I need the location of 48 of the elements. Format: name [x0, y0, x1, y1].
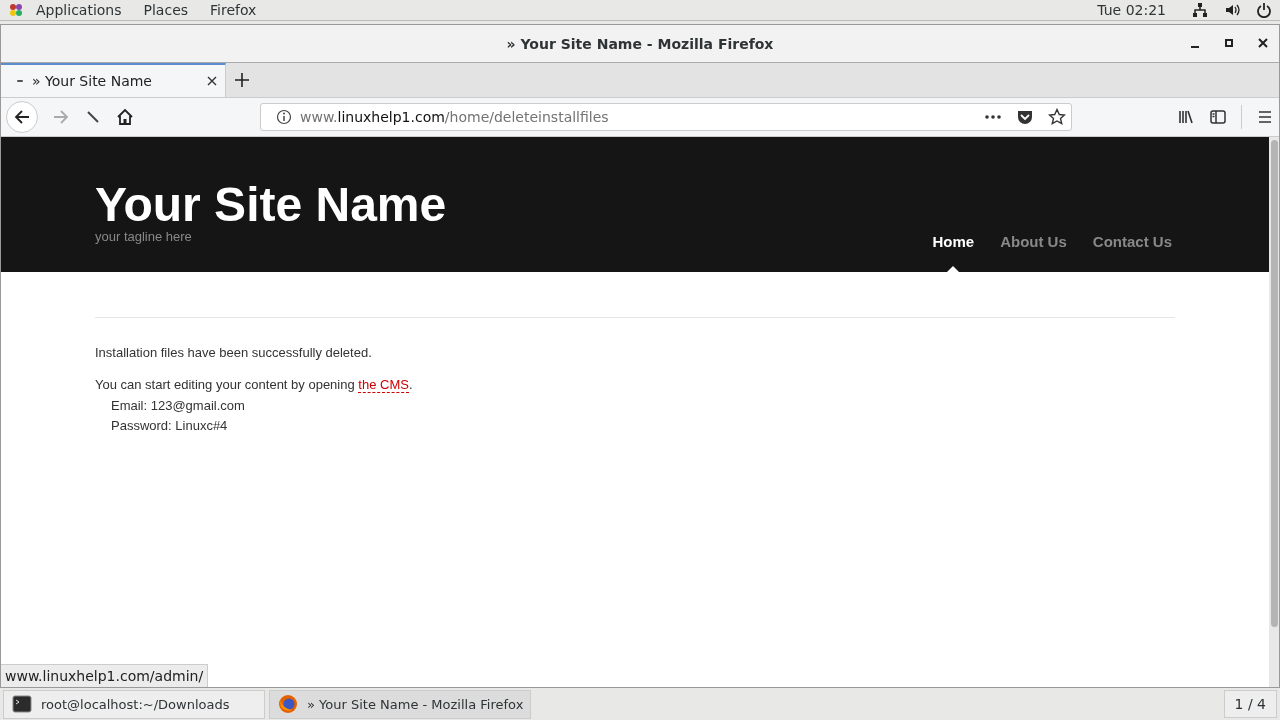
close-icon[interactable] [1257, 37, 1269, 49]
instruction-text: You can start editing your content by opening the CMS. [95, 377, 414, 392]
task-title: » Your Site Name - Mozilla Firefox [307, 696, 524, 712]
credential-text: Email: 123@gmail.com [111, 397, 246, 415]
maximize-icon[interactable] [1223, 37, 1235, 49]
scrollbar[interactable] [1269, 137, 1279, 687]
nav-link[interactable]: Home [932, 233, 975, 272]
home-icon[interactable] [116, 108, 134, 126]
task-title: root@localhost:~/Downloads [41, 696, 230, 712]
cms-link[interactable]: the CMS [358, 377, 409, 393]
back-arrow-icon[interactable] [13, 108, 31, 126]
clock[interactable]: Tue 02:21 [1097, 2, 1166, 18]
firefox-icon[interactable] [278, 694, 298, 714]
sidebar-icon[interactable] [1209, 108, 1227, 126]
menu-icon[interactable] [1256, 108, 1274, 126]
credential-text: Password: Linuxc#4 [111, 417, 229, 435]
info-icon[interactable] [276, 109, 292, 125]
top-menu[interactable]: Places [143, 2, 189, 18]
tab-title: » Your Site Name [32, 73, 153, 89]
nav-link[interactable]: Contact Us [1092, 233, 1172, 272]
taskbar-item[interactable]: root@localhost:~/Downloads [3, 689, 265, 719]
back-button[interactable] [6, 101, 38, 133]
power-icon[interactable] [1256, 2, 1272, 18]
volume-icon[interactable] [1224, 2, 1240, 18]
library-icon[interactable] [1177, 108, 1195, 126]
close-icon[interactable] [206, 75, 218, 87]
terminal-icon[interactable] [12, 695, 32, 713]
scroll-thumb[interactable] [1270, 140, 1278, 627]
network-icon[interactable] [1192, 2, 1208, 18]
pointer-icon [947, 266, 960, 272]
new-tab-icon[interactable] [234, 72, 250, 88]
site-title: Your Site Name [95, 179, 447, 231]
status-url: www.linuxhelp1.com/admin/ [1, 664, 209, 687]
top-menu[interactable]: Applications [36, 2, 122, 18]
url-text: www.linuxhelp1.com/home/deleteinstallfiles [300, 109, 610, 125]
browser-tab[interactable]: » Your Site Name [1, 63, 226, 97]
window-title: » Your Site Name - Mozilla Firefox [506, 35, 774, 52]
top-menu[interactable]: Firefox [210, 2, 257, 18]
apps-icon[interactable] [8, 2, 24, 18]
loading-icon[interactable] [16, 77, 24, 85]
workspace-indicator[interactable]: 1 / 4 [1223, 690, 1277, 718]
success-message: Installation files have been successfully deleted. [95, 345, 373, 360]
address-field[interactable]: www.linuxhelp1.com/home/deleteinstallfiles [260, 103, 1072, 131]
nav-link[interactable]: About Us [1000, 233, 1067, 272]
pocket-icon[interactable] [1016, 108, 1034, 126]
taskbar-item[interactable]: » Your Site Name - Mozilla Firefox [269, 689, 531, 719]
star-icon[interactable] [1048, 108, 1066, 126]
tagline: your tagline here [95, 229, 193, 244]
